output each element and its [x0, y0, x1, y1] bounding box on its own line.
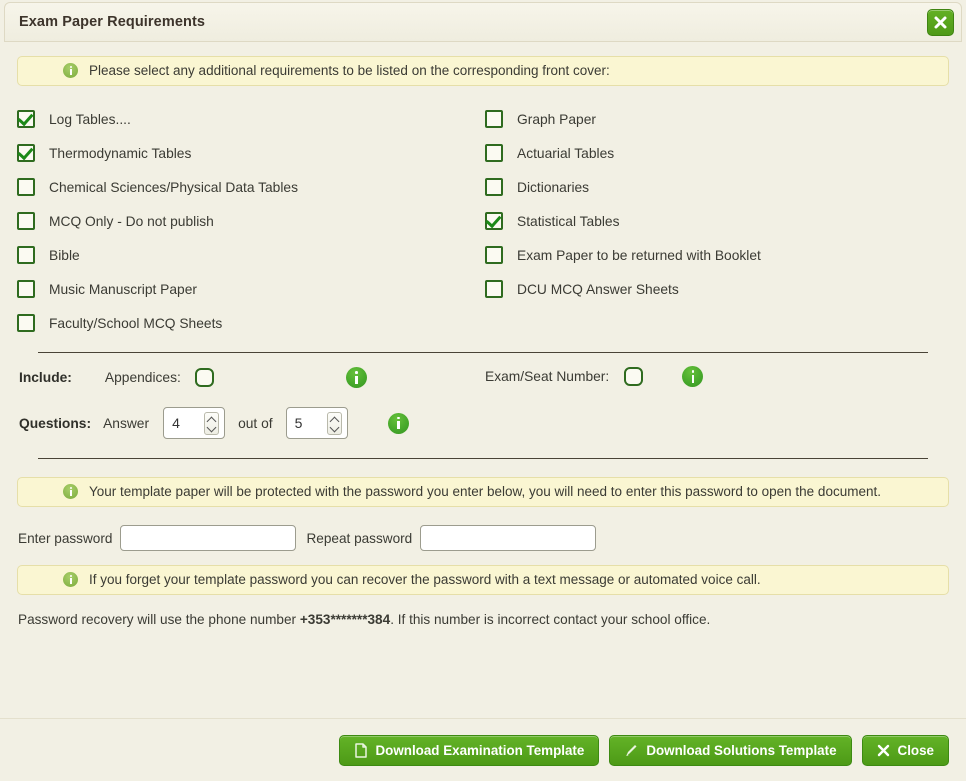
include-row: Include: Appendices: — [19, 367, 367, 388]
answer-count-input[interactable] — [164, 408, 206, 438]
checkbox-mcq-only[interactable] — [17, 212, 35, 230]
checkbox-actuarial-tables[interactable] — [485, 144, 503, 162]
exam-seat-number-row: Exam/Seat Number: — [485, 366, 703, 387]
answer-count-stepper[interactable] — [163, 407, 225, 439]
requirements-left-column: Log Tables.... Thermodynamic Tables Chem… — [17, 102, 298, 340]
info-icon — [63, 62, 78, 80]
checkbox-label: Exam Paper to be returned with Booklet — [517, 248, 761, 263]
checkbox-row[interactable]: Graph Paper — [485, 102, 761, 136]
checkbox-row[interactable]: Thermodynamic Tables — [17, 136, 298, 170]
dialog-footer: Download Examination Template Download S… — [0, 718, 966, 781]
enter-password-input[interactable] — [120, 525, 296, 551]
requirements-banner-text: Please select any additional requirement… — [89, 63, 610, 80]
checkbox-label: Dictionaries — [517, 180, 589, 195]
checkbox-exam-paper-returned-with-booklet[interactable] — [485, 246, 503, 264]
checkbox-row[interactable]: Bible — [17, 238, 298, 272]
checkbox-chemical-sciences-tables[interactable] — [17, 178, 35, 196]
answer-count-spin-buttons[interactable] — [204, 412, 219, 435]
checkbox-faculty-school-mcq-sheets[interactable] — [17, 314, 35, 332]
checkbox-exam-seat-number[interactable] — [624, 367, 643, 386]
checkbox-row[interactable]: MCQ Only - Do not publish — [17, 204, 298, 238]
pencil-icon — [624, 743, 638, 758]
checkbox-label: Thermodynamic Tables — [49, 146, 191, 161]
appendices-label: Appendices: — [105, 370, 181, 385]
total-questions-input[interactable] — [287, 408, 329, 438]
checkbox-row[interactable]: Log Tables.... — [17, 102, 298, 136]
checkbox-graph-paper[interactable] — [485, 110, 503, 128]
options-section: Include: Appendices: Exam/Seat Number: Q… — [17, 353, 949, 458]
checkbox-row[interactable]: Chemical Sciences/Physical Data Tables — [17, 170, 298, 204]
document-icon — [354, 743, 368, 758]
checkbox-row[interactable]: Statistical Tables — [485, 204, 761, 238]
dialog-title: Exam Paper Requirements — [19, 14, 205, 30]
checkbox-statistical-tables[interactable] — [485, 212, 503, 230]
password-row: Enter password Repeat password — [17, 525, 949, 551]
download-examination-template-button[interactable]: Download Examination Template — [339, 735, 600, 766]
questions-info-icon[interactable] — [388, 413, 409, 434]
close-x-icon — [933, 15, 948, 30]
exam-paper-requirements-dialog: Exam Paper Requirements Please select an… — [0, 2, 966, 781]
checkbox-log-tables[interactable] — [17, 110, 35, 128]
checkbox-label: DCU MCQ Answer Sheets — [517, 282, 679, 297]
questions-row: Questions: Answer out of — [19, 407, 409, 439]
password-protect-banner: Your template paper will be protected wi… — [17, 477, 949, 507]
repeat-password-input[interactable] — [420, 525, 596, 551]
repeat-password-label: Repeat password — [306, 531, 412, 546]
download-solutions-template-label: Download Solutions Template — [646, 743, 836, 758]
checkbox-dictionaries[interactable] — [485, 178, 503, 196]
password-recovery-banner-text: If you forget your template password you… — [89, 572, 761, 589]
checkbox-label: Music Manuscript Paper — [49, 282, 197, 297]
recovery-phone-number: +353*******384 — [300, 612, 390, 627]
recovery-suffix: . If this number is incorrect contact yo… — [390, 612, 710, 627]
checkbox-label: Statistical Tables — [517, 214, 620, 229]
checkbox-bible[interactable] — [17, 246, 35, 264]
download-examination-template-label: Download Examination Template — [376, 743, 585, 758]
total-questions-stepper[interactable] — [286, 407, 348, 439]
checkbox-appendices[interactable] — [195, 368, 214, 387]
close-button-label: Close — [898, 743, 934, 758]
info-icon — [63, 483, 78, 501]
questions-label: Questions: — [19, 416, 91, 431]
recovery-prefix: Password recovery will use the phone num… — [18, 612, 300, 627]
password-recovery-phone-text: Password recovery will use the phone num… — [17, 612, 949, 627]
checkbox-label: Faculty/School MCQ Sheets — [49, 316, 222, 331]
password-recovery-banner: If you forget your template password you… — [17, 565, 949, 595]
checkbox-row[interactable]: Music Manuscript Paper — [17, 272, 298, 306]
total-questions-spin-buttons[interactable] — [327, 412, 342, 435]
close-button[interactable]: Close — [862, 735, 949, 766]
dialog-titlebar: Exam Paper Requirements — [4, 2, 962, 42]
titlebar-close-button[interactable] — [927, 9, 954, 36]
enter-password-label: Enter password — [18, 531, 112, 546]
dialog-body: Please select any additional requirement… — [0, 44, 966, 718]
checkbox-row[interactable]: Actuarial Tables — [485, 136, 761, 170]
checkbox-label: Graph Paper — [517, 112, 596, 127]
password-protect-banner-text: Your template paper will be protected wi… — [89, 484, 881, 501]
requirements-right-column: Graph Paper Actuarial Tables Dictionarie… — [485, 102, 761, 306]
checkbox-label: Actuarial Tables — [517, 146, 614, 161]
include-label: Include: — [19, 370, 72, 385]
requirements-checkbox-grid: Log Tables.... Thermodynamic Tables Chem… — [17, 102, 949, 340]
answer-label: Answer — [103, 416, 149, 431]
info-icon — [63, 571, 78, 589]
exam-seat-number-info-icon[interactable] — [682, 366, 703, 387]
checkbox-dcu-mcq-answer-sheets[interactable] — [485, 280, 503, 298]
checkbox-label: Log Tables.... — [49, 112, 131, 127]
checkbox-row[interactable]: Faculty/School MCQ Sheets — [17, 306, 298, 340]
checkbox-music-manuscript-paper[interactable] — [17, 280, 35, 298]
exam-seat-number-label: Exam/Seat Number: — [485, 369, 609, 384]
checkbox-label: Chemical Sciences/Physical Data Tables — [49, 180, 298, 195]
requirements-banner: Please select any additional requirement… — [17, 56, 949, 86]
checkbox-label: MCQ Only - Do not publish — [49, 214, 214, 229]
checkbox-label: Bible — [49, 248, 80, 263]
checkbox-row[interactable]: Dictionaries — [485, 170, 761, 204]
checkbox-row[interactable]: DCU MCQ Answer Sheets — [485, 272, 761, 306]
appendices-info-icon[interactable] — [346, 367, 367, 388]
out-of-label: out of — [238, 416, 273, 431]
checkbox-thermodynamic-tables[interactable] — [17, 144, 35, 162]
x-icon — [877, 744, 890, 757]
download-solutions-template-button[interactable]: Download Solutions Template — [609, 735, 851, 766]
checkbox-row[interactable]: Exam Paper to be returned with Booklet — [485, 238, 761, 272]
